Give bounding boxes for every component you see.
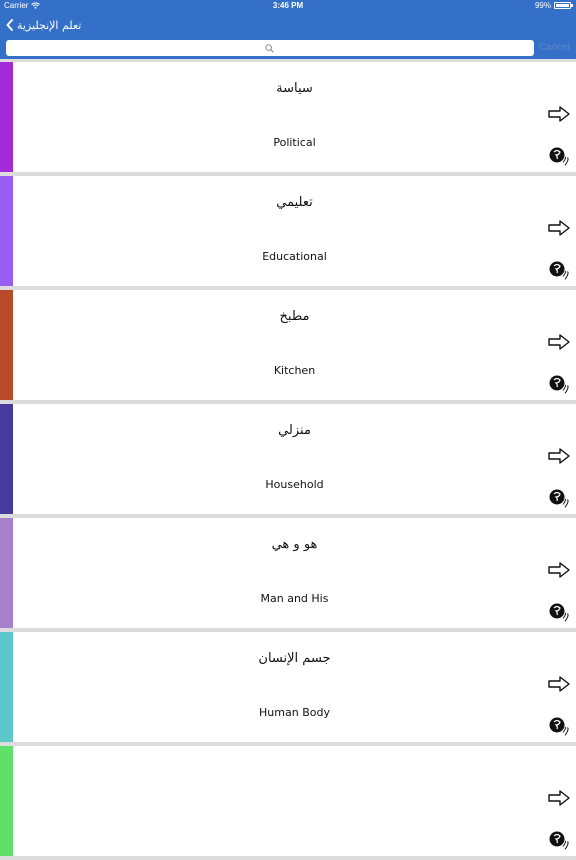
category-color-stripe (0, 176, 13, 286)
navigation-bar: تعلم الإنجليزية (0, 12, 576, 38)
arabic-title: مطبخ (279, 309, 310, 324)
search-icon (265, 44, 274, 53)
list-item[interactable] (0, 746, 576, 856)
speaker-icon[interactable] (548, 602, 570, 622)
battery-icon (554, 2, 573, 9)
arrow-right-icon[interactable] (548, 106, 570, 122)
speaker-icon[interactable] (548, 260, 570, 280)
arabic-title: هو و هي (271, 537, 318, 552)
status-bar: Carrier 3:46 PM 99% (0, 0, 576, 12)
english-title: Kitchen (273, 364, 316, 377)
arrow-right-icon[interactable] (548, 562, 570, 578)
arabic-title: منزلي (278, 423, 311, 438)
list-item[interactable]: مطبخ Kitchen (0, 290, 576, 400)
search-input[interactable] (6, 40, 534, 56)
back-button-label: تعلم الإنجليزية (17, 18, 82, 32)
arrow-right-icon[interactable] (548, 220, 570, 236)
status-time: 3:46 PM (272, 1, 304, 10)
chevron-left-icon (6, 19, 13, 31)
cancel-button[interactable]: Cancel (539, 42, 570, 53)
speaker-icon[interactable] (548, 830, 570, 850)
speaker-icon[interactable] (548, 374, 570, 394)
arrow-right-icon[interactable] (548, 448, 570, 464)
category-color-stripe (0, 62, 13, 172)
category-color-stripe (0, 632, 13, 742)
battery-status: 99% (534, 1, 573, 10)
arrow-right-icon[interactable] (548, 676, 570, 692)
list-item[interactable]: تعليمي Educational (0, 176, 576, 286)
arrow-right-icon[interactable] (548, 334, 570, 350)
list-item[interactable]: سياسة Political (0, 62, 576, 172)
english-title: Human Body (259, 706, 330, 719)
speaker-icon[interactable] (548, 146, 570, 166)
category-color-stripe (0, 290, 13, 400)
english-title: Household (265, 478, 324, 491)
speaker-icon[interactable] (548, 716, 570, 736)
battery-percent: 99% (534, 1, 551, 10)
speaker-icon[interactable] (548, 488, 570, 508)
category-color-stripe (0, 518, 13, 628)
list-item[interactable]: هو و هي Man and His (0, 518, 576, 628)
search-bar: Cancel (0, 38, 576, 59)
list-item[interactable]: جسم الإنسان Human Body (0, 632, 576, 742)
english-title: Educational (262, 250, 327, 263)
back-button[interactable]: تعلم الإنجليزية (6, 16, 81, 34)
english-title: Man and His (260, 592, 329, 605)
arabic-title: تعليمي (276, 195, 313, 210)
category-color-stripe (0, 746, 13, 856)
arabic-title: سياسة (276, 81, 313, 96)
english-title: Political (273, 136, 316, 149)
arabic-title: جسم الإنسان (258, 651, 331, 666)
category-color-stripe (0, 404, 13, 514)
list-item[interactable]: منزلي Household (0, 404, 576, 514)
category-list: سياسة Political تعليمي Educational مطبخ Kitch… (0, 62, 576, 860)
arrow-right-icon[interactable] (548, 790, 570, 806)
